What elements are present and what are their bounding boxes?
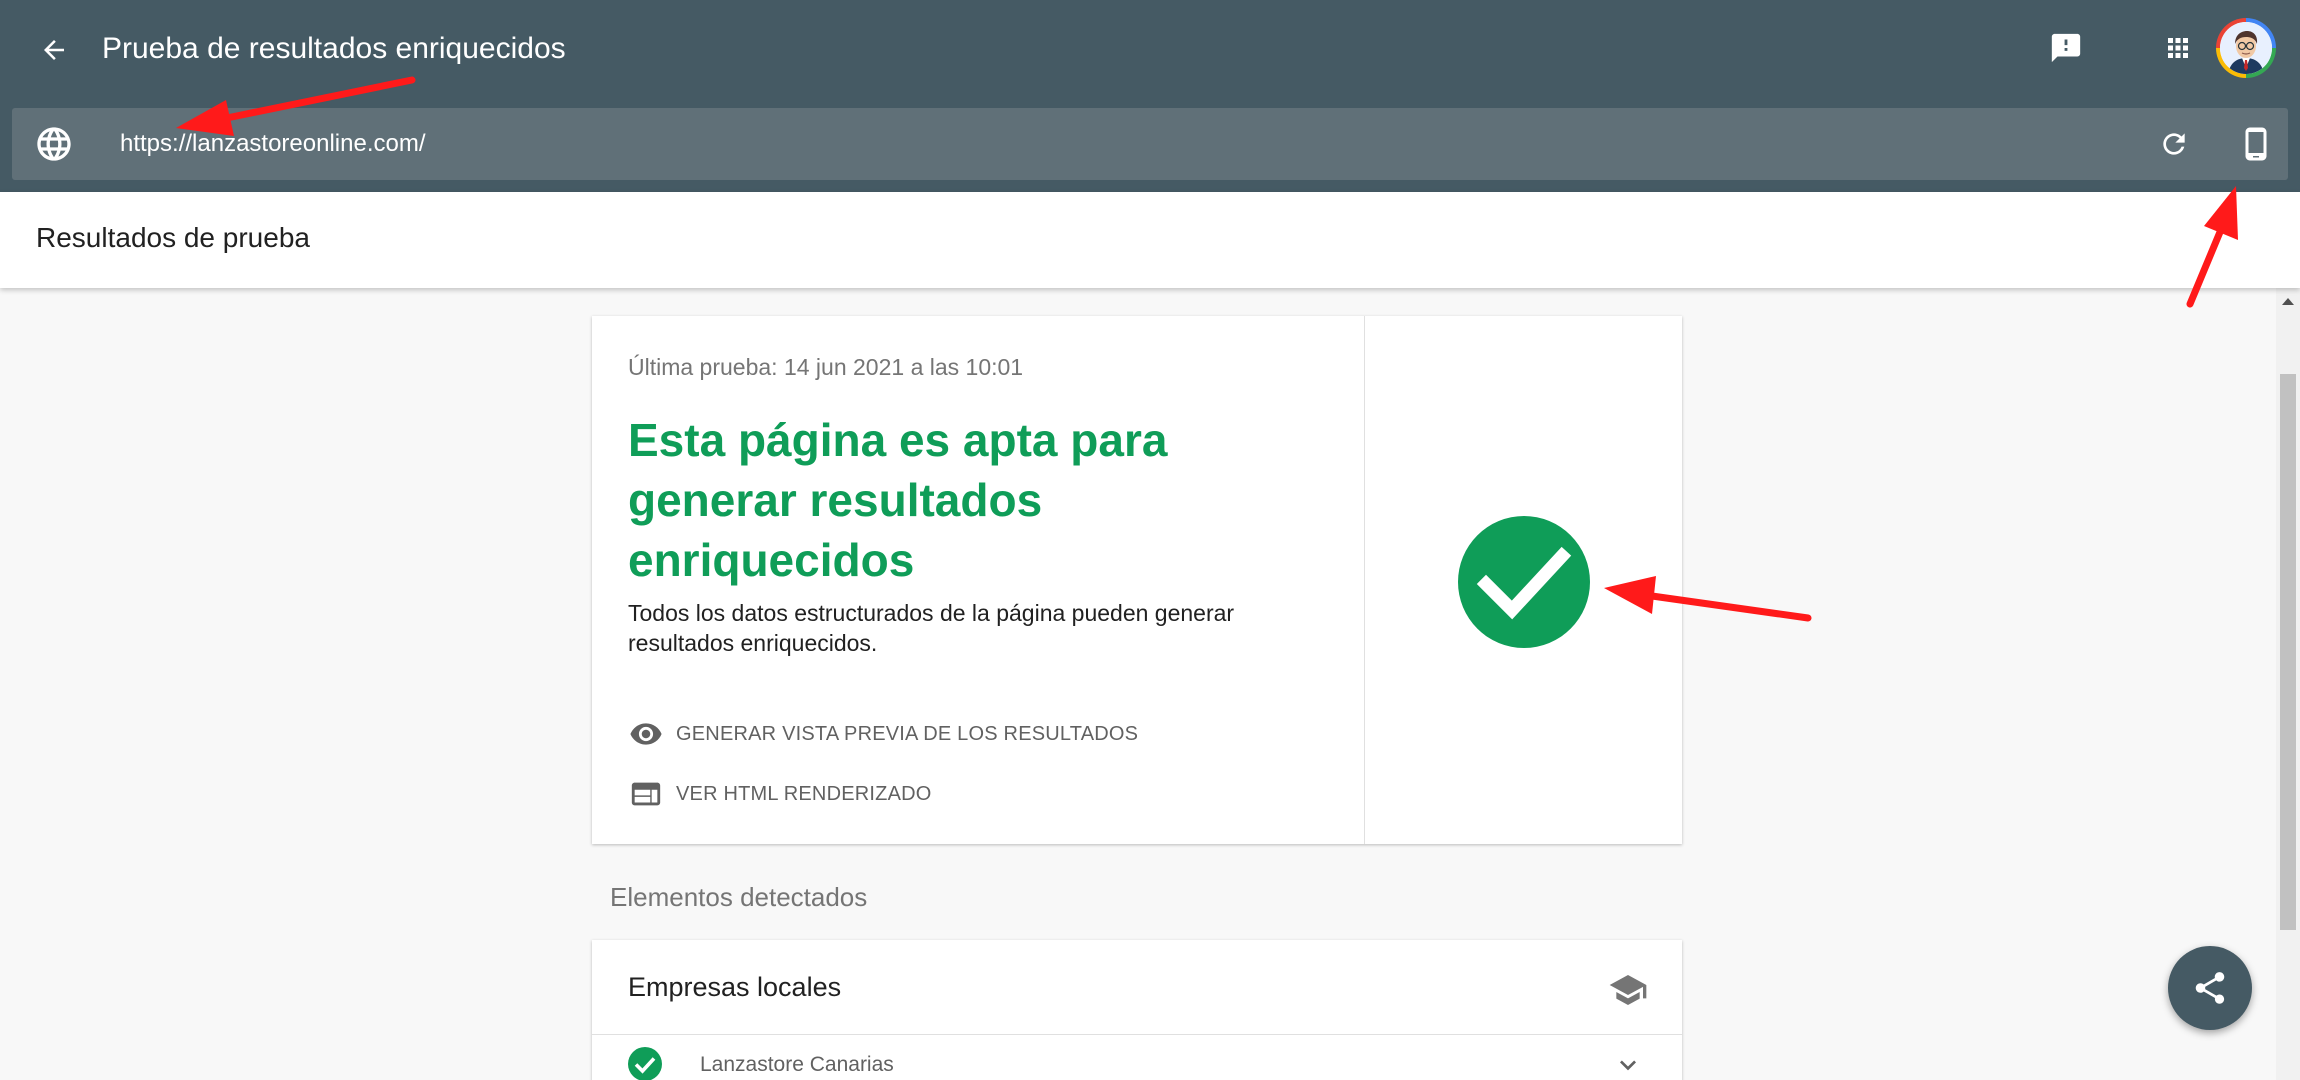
globe-icon [37, 127, 71, 161]
apps-button[interactable] [2152, 22, 2204, 74]
app-bar: Prueba de resultados enriquecidos [0, 0, 2300, 192]
arrow-back-icon [44, 40, 64, 60]
device-toggle-button[interactable] [2232, 118, 2280, 170]
view-rendered-html-button[interactable]: VER HTML RENDERIZADO [628, 776, 932, 812]
check-circle-icon [628, 1047, 662, 1080]
scrollbar[interactable] [2276, 288, 2300, 1080]
preview-results-button[interactable]: GENERAR VISTA PREVIA DE LOS RESULTADOS [628, 716, 1138, 752]
detected-group-title: Empresas locales [628, 972, 842, 1002]
chevron-down-icon[interactable] [1612, 1049, 1644, 1080]
summary-card: Última prueba: 14 jun 2021 a las 10:01 E… [592, 316, 1682, 844]
reload-icon [2163, 133, 2185, 155]
feedback-button[interactable] [2040, 22, 2092, 74]
results-title: Resultados de prueba [36, 222, 310, 253]
last-test-timestamp: Última prueba: 14 jun 2021 a las 10:01 [628, 354, 1024, 380]
card-divider [1364, 316, 1365, 844]
account-avatar[interactable] [2216, 18, 2276, 78]
feedback-icon [2051, 33, 2081, 63]
results-header: Resultados de prueba [0, 192, 2300, 288]
scroll-up-arrow-icon[interactable] [2282, 298, 2294, 305]
result-description: Todos los datos estructurados de la pági… [628, 600, 1235, 656]
detected-items-heading: Elementos detectados [610, 882, 868, 912]
eye-icon [628, 716, 664, 752]
avatar-portrait-icon [2220, 22, 2272, 74]
share-icon [2195, 972, 2225, 1004]
web-page-icon [628, 776, 664, 812]
view-rendered-html-label: VER HTML RENDERIZADO [676, 782, 932, 805]
detected-group-card: Empresas locales Lanzastore Canarias [592, 940, 1682, 1080]
url-bar [12, 108, 2288, 180]
share-button[interactable] [2168, 946, 2252, 1030]
preview-results-label: GENERAR VISTA PREVIA DE LOS RESULTADOS [676, 722, 1139, 745]
app-title: Prueba de resultados enriquecidos [102, 32, 566, 65]
smartphone-icon [2245, 127, 2267, 161]
back-button[interactable] [30, 26, 78, 74]
reload-button[interactable] [2150, 120, 2198, 168]
result-headline: Esta página es apta para generar resulta… [628, 414, 1168, 586]
scroll-thumb[interactable] [2280, 374, 2296, 930]
school-cap-icon[interactable] [1608, 970, 1648, 1010]
detected-item-row[interactable]: Lanzastore Canarias [592, 1035, 1682, 1080]
url-input[interactable] [120, 122, 2020, 166]
apps-grid-icon [2168, 38, 2188, 58]
detected-item-label: Lanzastore Canarias [700, 1053, 894, 1076]
check-circle-icon [1458, 516, 1590, 648]
